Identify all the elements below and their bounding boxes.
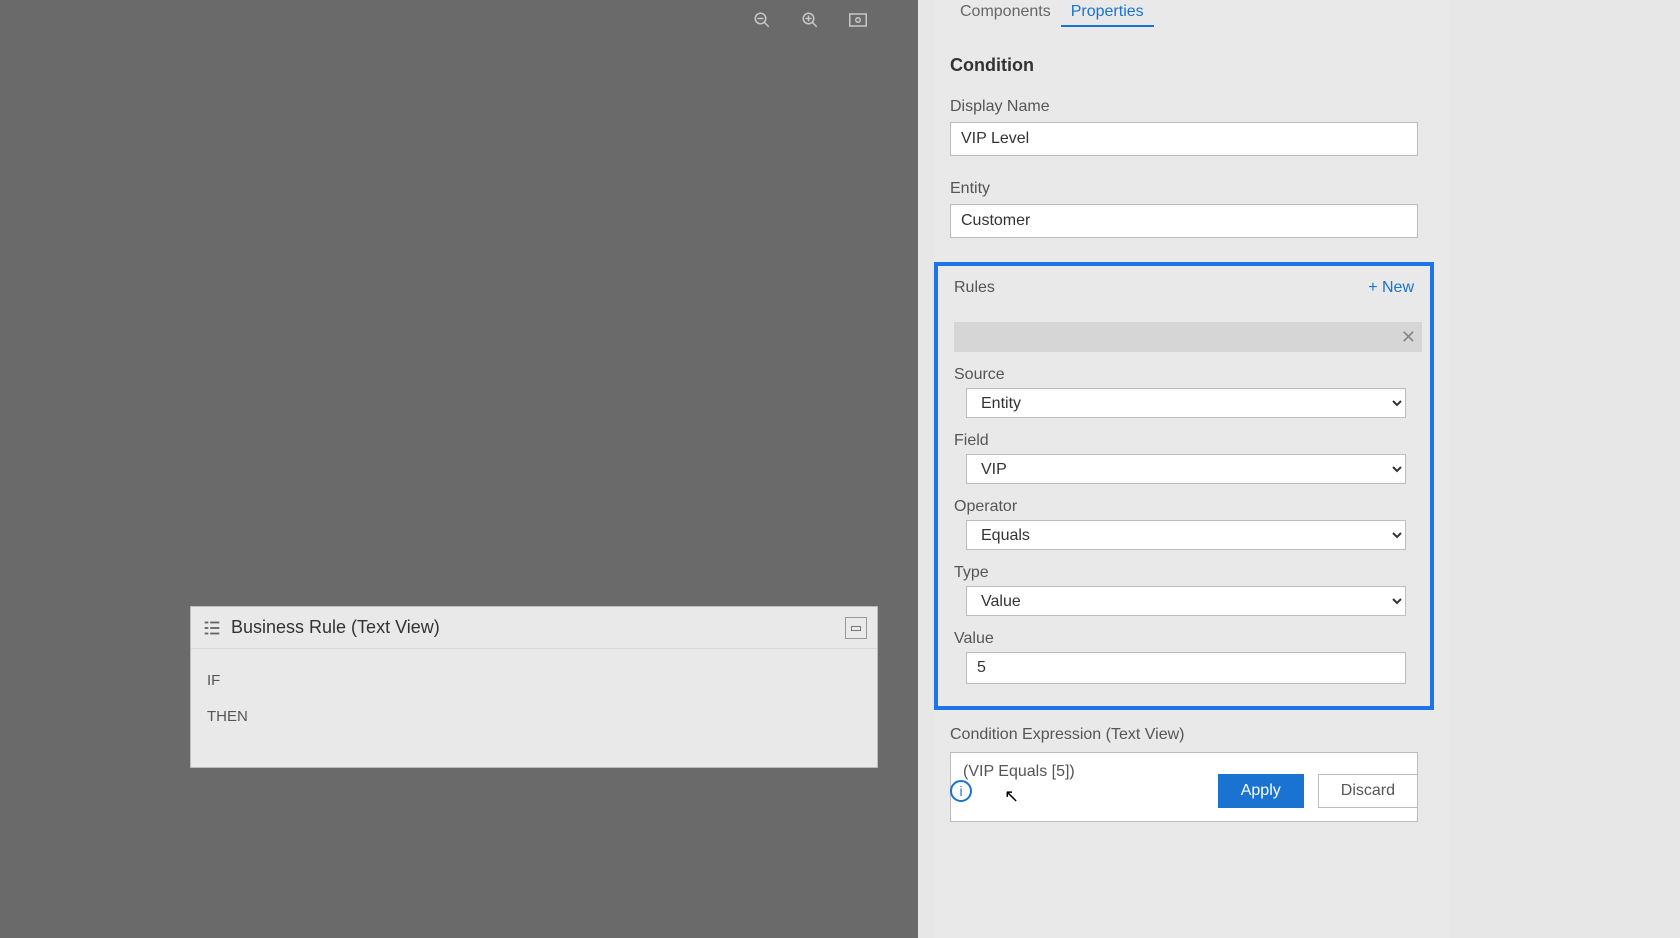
canvas[interactable]: Business Rule (Text View) ▭ IF THEN bbox=[0, 0, 918, 938]
field-select[interactable]: VIP bbox=[966, 454, 1406, 484]
close-rule-button[interactable]: ✕ bbox=[1401, 327, 1416, 348]
fit-to-screen-button[interactable] bbox=[834, 6, 882, 34]
then-keyword: THEN bbox=[207, 699, 861, 735]
rule-card: ✕ Source Entity Field VIP Operator Equal… bbox=[954, 306, 1414, 684]
business-rule-text-view: Business Rule (Text View) ▭ IF THEN bbox=[190, 606, 878, 768]
display-name-input[interactable] bbox=[950, 122, 1418, 156]
info-icon[interactable]: i bbox=[950, 780, 972, 802]
close-icon: ✕ bbox=[1401, 327, 1416, 347]
expression-label: Condition Expression (Text View) bbox=[950, 726, 1434, 744]
mouse-cursor-icon: ↖ bbox=[1004, 786, 1019, 807]
type-select[interactable]: Value bbox=[966, 586, 1406, 616]
value-label: Value bbox=[954, 630, 1414, 648]
canvas-toolbar bbox=[738, 6, 918, 34]
rules-header: Rules + New bbox=[954, 276, 1414, 300]
zoom-in-icon bbox=[801, 11, 819, 29]
rule-title-strip: ✕ bbox=[954, 322, 1422, 352]
panel-footer: i Apply Discard bbox=[950, 774, 1418, 808]
zoom-in-button[interactable] bbox=[786, 6, 834, 34]
zoom-out-icon bbox=[753, 11, 771, 29]
maximize-icon: ▭ bbox=[850, 620, 862, 636]
type-label: Type bbox=[954, 564, 1414, 582]
panel-tabs: Components Properties bbox=[950, 0, 1434, 27]
source-label: Source bbox=[954, 366, 1414, 384]
operator-select[interactable]: Equals bbox=[966, 520, 1406, 550]
text-view-body: IF THEN bbox=[191, 649, 877, 767]
section-title-condition: Condition bbox=[950, 55, 1434, 76]
if-keyword: IF bbox=[207, 663, 861, 699]
display-name-label: Display Name bbox=[950, 98, 1434, 116]
right-panel: Components Properties Condition Display … bbox=[918, 0, 1680, 938]
add-rule-button[interactable]: + New bbox=[1368, 279, 1414, 297]
tab-components[interactable]: Components bbox=[950, 0, 1061, 27]
operator-label: Operator bbox=[954, 498, 1414, 516]
rules-title: Rules bbox=[954, 279, 995, 297]
fit-icon bbox=[849, 13, 867, 27]
rule-icon bbox=[201, 617, 223, 639]
text-view-title: Business Rule (Text View) bbox=[231, 617, 440, 638]
field-label: Field bbox=[954, 432, 1414, 450]
source-select[interactable]: Entity bbox=[966, 388, 1406, 418]
entity-input[interactable] bbox=[950, 204, 1418, 238]
entity-label: Entity bbox=[950, 180, 1434, 198]
discard-button[interactable]: Discard bbox=[1318, 774, 1418, 808]
tab-properties[interactable]: Properties bbox=[1061, 0, 1154, 27]
apply-button[interactable]: Apply bbox=[1218, 774, 1304, 808]
text-view-header: Business Rule (Text View) ▭ bbox=[191, 607, 877, 649]
value-input[interactable] bbox=[966, 652, 1406, 684]
zoom-out-button[interactable] bbox=[738, 6, 786, 34]
maximize-button[interactable]: ▭ bbox=[845, 617, 867, 639]
rules-box: Rules + New ✕ Source Entity Field VIP Op… bbox=[934, 262, 1434, 710]
